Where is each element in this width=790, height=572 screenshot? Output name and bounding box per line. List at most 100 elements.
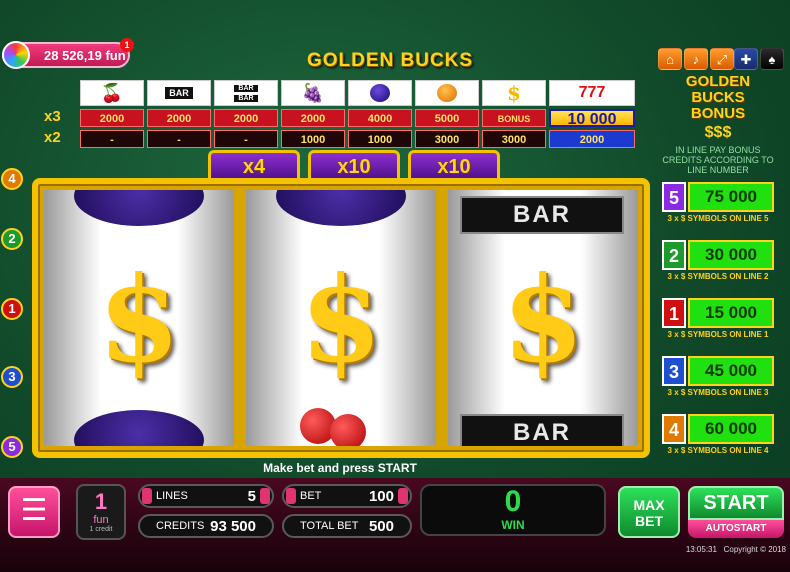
footer: 13:05:31 Copyright © 2018 xyxy=(590,545,786,554)
line-marker-5[interactable]: 5 xyxy=(1,436,23,458)
row-label-x3: x3 xyxy=(44,108,61,125)
line-marker-1[interactable]: 1 xyxy=(1,298,23,320)
bonus-row-line-3: 3 45 000 xyxy=(662,356,774,386)
sound-icon[interactable]: ♪ xyxy=(684,48,708,70)
pay-x2: 2000 xyxy=(549,130,635,148)
uk-flag-icon[interactable]: ✚ xyxy=(734,48,758,70)
reel-3: BAR $ BAR xyxy=(448,190,638,446)
line-marker-3[interactable]: 3 xyxy=(1,366,23,388)
pay-x3: 5000 xyxy=(415,109,479,127)
double-bar-icon: BAR xyxy=(233,93,259,103)
paytable-col-cherry: 🍒 2000 - xyxy=(80,80,144,148)
paytable-col-plum: 4000 1000 xyxy=(348,80,412,148)
bonus-row-line-5: 5 75 000 xyxy=(662,182,774,212)
bonus-amount: 30 000 xyxy=(688,240,774,270)
bet-value: 100 xyxy=(368,488,394,505)
max-bet-button[interactable]: MAX BET xyxy=(618,486,680,538)
double-bar-icon: BAR xyxy=(233,83,259,93)
pay-x3: 2000 xyxy=(281,109,345,127)
plum-icon xyxy=(370,84,390,102)
bonus-description: IN LINE PAY BONUS CREDITS ACCORDING TO L… xyxy=(662,145,774,175)
bet-increase-button[interactable] xyxy=(398,488,408,504)
pay-x3: 4000 xyxy=(348,109,412,127)
autostart-button[interactable]: AUTOSTART xyxy=(688,520,784,538)
coin-value: 1 xyxy=(94,489,108,514)
win-value: 0 xyxy=(504,485,522,518)
coin-value-selector[interactable]: 1 fun 1 credit xyxy=(76,484,126,540)
coin-sub: 1 credit xyxy=(89,526,113,533)
pay-x2: - xyxy=(147,130,211,148)
total-bet-label: TOTAL BET xyxy=(300,520,359,532)
line-marker-2[interactable]: 2 xyxy=(1,228,23,250)
fullscreen-icon[interactable]: ⤢ xyxy=(710,48,734,70)
paytable-col-orange: 5000 3000 xyxy=(415,80,479,148)
grapes-icon: 🍇 xyxy=(301,82,325,103)
total-bet-value: 500 xyxy=(368,518,394,535)
plum-icon xyxy=(276,190,406,226)
row-label-x2: x2 xyxy=(44,129,61,146)
cherry-icon: 🍒 xyxy=(100,82,124,103)
lines-increase-button[interactable] xyxy=(260,488,270,504)
dollar-symbol: $ xyxy=(501,250,585,389)
lines-value: 5 xyxy=(247,488,256,505)
bonus-row-line-2: 2 30 000 xyxy=(662,240,774,270)
bonus-line-number: 4 xyxy=(662,414,686,444)
seven-icon: 777 xyxy=(578,84,606,101)
bonus-row-line-4: 4 60 000 xyxy=(662,414,774,444)
bonus-row-label: 3 x $ SYMBOLS ON LINE 4 xyxy=(667,446,769,455)
balance-display: 28 526,19 fun 1 xyxy=(2,38,134,69)
bonus-row-line-1: 1 15 000 xyxy=(662,298,774,328)
logo-ball-icon xyxy=(2,41,30,69)
bonus-amount: 45 000 xyxy=(688,356,774,386)
plum-icon xyxy=(74,410,204,446)
paytable-col-golden-bucks: $ BONUS 3000 xyxy=(482,80,546,148)
pay-x3: BONUS xyxy=(482,109,546,127)
pay-x2: 1000 xyxy=(281,130,345,148)
line-marker-4[interactable]: 4 xyxy=(1,168,23,190)
paytable-col-grapes: 🍇 2000 1000 xyxy=(281,80,345,148)
pay-x2: 3000 xyxy=(482,130,546,148)
bonus-line-number: 5 xyxy=(662,182,686,212)
bonus-line-number: 3 xyxy=(662,356,686,386)
pay-x2: 1000 xyxy=(348,130,412,148)
paytable-col-double-bar: BAR BAR 2000 - xyxy=(214,80,278,148)
paytable-col-seven: 777 10 000 2000 xyxy=(549,80,635,148)
pay-x3: 2000 xyxy=(80,109,144,127)
bonus-title-line: BUCKS xyxy=(691,89,745,106)
pay-x2: 3000 xyxy=(415,130,479,148)
credits-value: 93 500 xyxy=(210,518,256,535)
lines-decrease-button[interactable] xyxy=(142,488,152,504)
bonus-line-number: 2 xyxy=(662,240,686,270)
bet-label: BET xyxy=(300,490,322,502)
reel-frame: $ $ BAR $ BAR xyxy=(32,178,650,458)
cherry-icon xyxy=(330,414,366,446)
bar-icon: BAR xyxy=(164,86,194,100)
pay-x3: 10 000 xyxy=(549,109,635,128)
balance-value: 28 526,19 fun xyxy=(44,48,126,63)
bonus-amount: 75 000 xyxy=(688,182,774,212)
win-display: 0 WIN xyxy=(420,484,606,536)
lines-label: LINES xyxy=(156,490,188,502)
bonus-title-line: BONUS xyxy=(690,105,746,122)
total-bet-field: TOTAL BET 500 xyxy=(282,514,412,538)
coin-unit: fun xyxy=(93,514,109,526)
settings-icon[interactable]: ♠ xyxy=(760,48,784,70)
bet-field: BET 100 xyxy=(282,484,412,508)
lines-field: LINES 5 xyxy=(138,484,274,508)
bonus-row-label: 3 x $ SYMBOLS ON LINE 3 xyxy=(667,388,769,397)
bonus-dollars: $$$ xyxy=(704,124,732,141)
bet-decrease-button[interactable] xyxy=(286,488,296,504)
copyright: Copyright © 2018 xyxy=(723,545,786,554)
start-button[interactable]: START xyxy=(688,486,784,520)
orange-icon xyxy=(437,84,457,102)
menu-button[interactable]: ☰ xyxy=(8,486,60,538)
status-prompt: Make bet and press START xyxy=(263,461,417,475)
bar-symbol: BAR xyxy=(460,196,624,234)
reel-2: $ xyxy=(246,190,436,446)
home-icon[interactable]: ⌂ xyxy=(658,48,682,70)
win-label: WIN xyxy=(501,518,525,532)
bonus-title-line: GOLDEN xyxy=(685,73,751,90)
plum-icon xyxy=(74,190,204,226)
dollar-icon: $ xyxy=(507,81,521,105)
dollar-symbol: $ xyxy=(97,250,181,389)
